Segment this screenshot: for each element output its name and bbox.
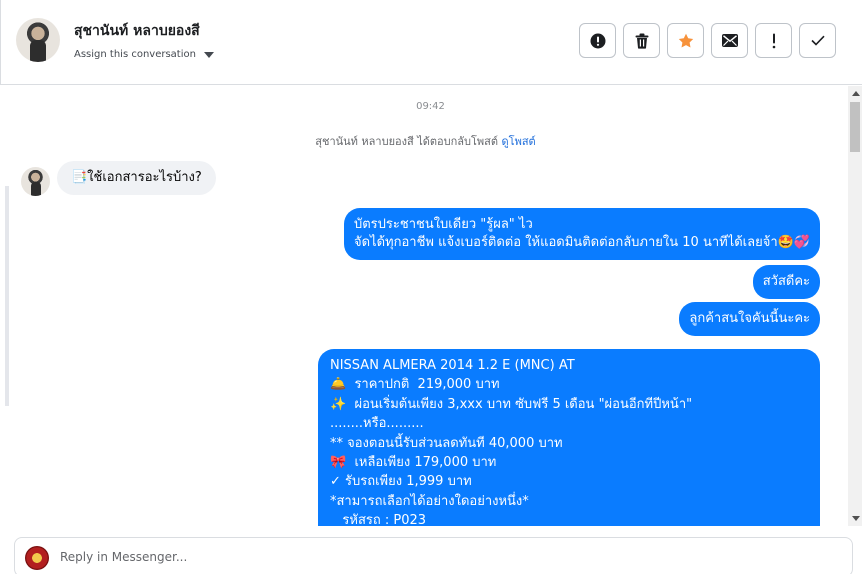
contact-name[interactable]: สุชานันท์ หลาบยองสี bbox=[74, 20, 200, 42]
message-thread[interactable]: 09:42 สุชานันท์ หลาบยองสี ได้ตอบกลับโพสต… bbox=[5, 86, 848, 526]
follow-up-button[interactable] bbox=[755, 23, 792, 58]
alert-circle-icon bbox=[590, 33, 605, 48]
message-timestamp: 09:42 bbox=[416, 101, 445, 112]
thread-scrollbar[interactable] bbox=[848, 86, 862, 526]
mark-unread-button[interactable] bbox=[711, 23, 748, 58]
contact-avatar[interactable] bbox=[16, 18, 60, 62]
messenger-conversation: สุชานันท์ หลาบยองสี Assign this conversa… bbox=[0, 0, 862, 574]
outgoing-message: ลูกค้าสนใจคันนี้นะคะ bbox=[679, 302, 820, 336]
delete-button[interactable] bbox=[623, 23, 660, 58]
scroll-up-arrow-icon[interactable] bbox=[852, 91, 860, 96]
incoming-message: 📑ใช้เอกสารอะไรบ้าง? bbox=[57, 161, 216, 195]
assign-conversation-dropdown[interactable]: Assign this conversation bbox=[74, 49, 214, 60]
thread-divider bbox=[5, 186, 9, 406]
outgoing-message: สวัสดีคะ bbox=[752, 265, 820, 299]
assign-label: Assign this conversation bbox=[74, 49, 196, 60]
mark-spam-button[interactable] bbox=[579, 23, 616, 58]
mark-done-button[interactable] bbox=[799, 23, 836, 58]
conversation-header: สุชานันท์ หลาบยองสี Assign this conversa… bbox=[0, 0, 862, 85]
message-composer bbox=[14, 537, 853, 574]
star-icon bbox=[678, 33, 693, 47]
envelope-icon bbox=[721, 34, 738, 47]
outgoing-message: NISSAN ALMERA 2014 1.2 E (MNC) AT 🛎️ ราค… bbox=[318, 349, 820, 526]
scroll-down-arrow-icon[interactable] bbox=[852, 516, 860, 521]
check-icon bbox=[810, 35, 825, 46]
view-post-link[interactable]: ดูโพสต์ bbox=[502, 135, 536, 148]
star-button[interactable] bbox=[667, 23, 704, 58]
scrollbar-thumb[interactable] bbox=[850, 102, 860, 152]
caret-down-icon bbox=[203, 51, 214, 58]
reply-note-text: สุชานันท์ หลาบยองสี ได้ตอบกลับโพสต์ bbox=[315, 135, 499, 148]
post-reply-note: สุชานันท์ หลาบยองสี ได้ตอบกลับโพสต์ ดูโพ… bbox=[5, 132, 846, 150]
conversation-actions bbox=[579, 23, 836, 58]
reply-input[interactable] bbox=[60, 550, 760, 564]
trash-icon bbox=[635, 33, 648, 49]
exclamation-icon bbox=[772, 33, 775, 48]
sender-avatar bbox=[21, 167, 50, 196]
page-logo-avatar bbox=[25, 546, 49, 570]
outgoing-message: บัตรประชาชนใบเดียว "รู้ผล" ไว จัดได้ทุกอ… bbox=[343, 208, 820, 260]
